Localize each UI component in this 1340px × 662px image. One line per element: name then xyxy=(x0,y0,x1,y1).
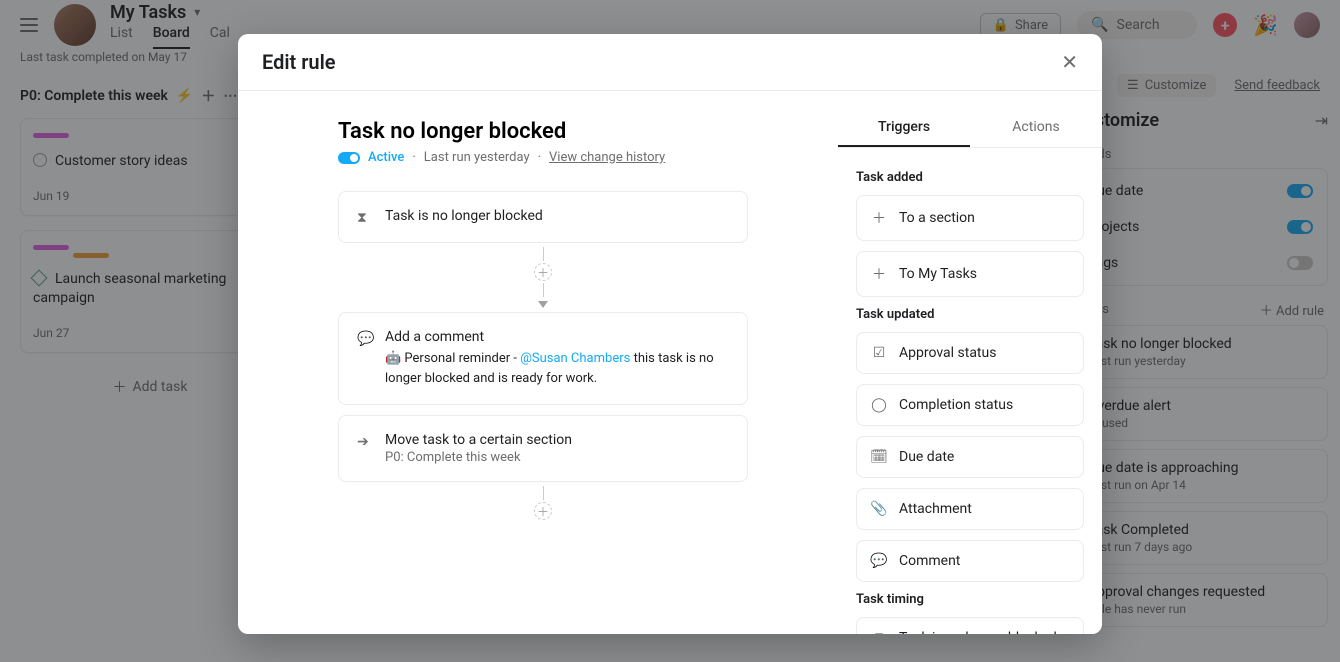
tab-triggers[interactable]: Triggers xyxy=(838,109,970,147)
comment-heading: Add a comment xyxy=(385,329,729,345)
trigger-option-approval[interactable]: ☑Approval status xyxy=(856,332,1084,374)
calendar-icon: 🗓 xyxy=(871,449,887,465)
hourglass-icon: ⧗ xyxy=(357,210,373,226)
approval-icon: ☑ xyxy=(871,345,887,361)
trigger-option-comment[interactable]: 💬Comment xyxy=(856,540,1084,582)
add-step-button[interactable]: ＋ xyxy=(534,263,552,281)
rule-editor-pane: Active · Last run yesterday · View chang… xyxy=(238,91,838,634)
trigger-option-attachment[interactable]: 📎Attachment xyxy=(856,488,1084,530)
last-run-label: Last run yesterday xyxy=(424,150,530,165)
plus-icon: ＋ xyxy=(871,208,887,228)
rule-name-input[interactable] xyxy=(338,119,748,144)
close-icon[interactable]: ✕ xyxy=(1061,50,1078,74)
modal-overlay: Edit rule ✕ Active · Last run yesterday … xyxy=(0,0,1340,662)
group-task-updated: Task updated xyxy=(856,307,1084,322)
trigger-option-to-section[interactable]: ＋To a section xyxy=(856,195,1084,241)
comment-icon: 💬 xyxy=(357,331,373,347)
paperclip-icon: 📎 xyxy=(871,501,887,517)
trigger-block[interactable]: ⧗ Task is no longer blocked xyxy=(338,191,748,243)
trigger-option-due-date[interactable]: 🗓Due date xyxy=(856,436,1084,478)
flow-connector: ＋ xyxy=(338,486,748,520)
plus-icon: ＋ xyxy=(871,264,887,284)
rule-active-toggle[interactable] xyxy=(338,152,360,164)
comment-icon: 💬 xyxy=(871,553,887,569)
rule-status-line: Active · Last run yesterday · View chang… xyxy=(338,150,748,165)
hourglass-icon: ⧗ xyxy=(871,630,887,634)
group-task-added: Task added xyxy=(856,170,1084,185)
action-move-block[interactable]: ➔ Move task to a certain section P0: Com… xyxy=(338,415,748,482)
mention[interactable]: @Susan Chambers xyxy=(520,351,630,366)
move-icon: ➔ xyxy=(357,434,373,450)
trigger-option-completion[interactable]: ◯Completion status xyxy=(856,384,1084,426)
move-target: P0: Complete this week xyxy=(385,450,572,465)
arrow-down-icon xyxy=(538,299,548,308)
add-step-button[interactable]: ＋ xyxy=(534,502,552,520)
flow-connector: ＋ xyxy=(338,247,748,308)
trigger-option-to-my-tasks[interactable]: ＋To My Tasks xyxy=(856,251,1084,297)
tab-actions[interactable]: Actions xyxy=(970,109,1102,147)
move-heading: Move task to a certain section xyxy=(385,432,572,448)
trigger-label: Task is no longer blocked xyxy=(385,208,543,224)
check-circle-icon: ◯ xyxy=(871,397,887,413)
view-history-link[interactable]: View change history xyxy=(549,150,665,165)
group-task-timing: Task timing xyxy=(856,592,1084,607)
modal-title: Edit rule xyxy=(262,50,336,74)
trigger-picker-pane: Triggers Actions Task added ＋To a sectio… xyxy=(838,91,1102,634)
edit-rule-modal: Edit rule ✕ Active · Last run yesterday … xyxy=(238,34,1102,634)
action-comment-block[interactable]: 💬 Add a comment 🤖 Personal reminder - @S… xyxy=(338,312,748,405)
trigger-option-no-longer-blocked[interactable]: ⧗Task is no longer blocked xyxy=(856,617,1084,634)
active-label: Active xyxy=(368,150,404,165)
comment-body: 🤖 Personal reminder - @Susan Chambers th… xyxy=(385,349,729,388)
